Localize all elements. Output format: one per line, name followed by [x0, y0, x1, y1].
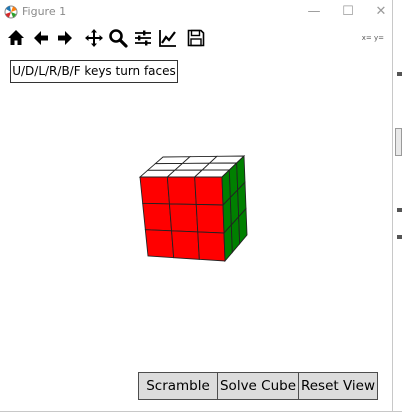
edit-axis-icon: [159, 30, 176, 47]
adjacent-window-mark: [397, 235, 402, 239]
pan-icon: [85, 29, 103, 47]
front-face-sticker: [171, 230, 200, 260]
scramble-button[interactable]: Scramble: [138, 372, 218, 400]
front-face-sticker: [142, 202, 173, 232]
maximize-button[interactable]: ☐: [331, 0, 365, 24]
pan-button[interactable]: [83, 27, 105, 49]
front-face-sticker: [144, 229, 175, 259]
save-icon: [187, 29, 205, 47]
figure-window: Figure 1 — ☐ ✕ x= y= U/D/L/R/B/F keys tu…: [0, 0, 402, 416]
home-button[interactable]: [5, 27, 27, 49]
subplots-config-icon: [135, 30, 151, 46]
rubiks-cube-view: [138, 154, 248, 263]
title-bar: Figure 1 — ☐ ✕: [0, 0, 402, 24]
configure-subplots-button[interactable]: [132, 27, 154, 49]
edit-axis-button[interactable]: [157, 27, 179, 49]
keys-hint-label: U/D/L/R/B/F keys turn faces: [10, 60, 178, 83]
zoom-icon: [109, 29, 128, 48]
adjacent-window-block: [395, 128, 402, 156]
navigation-toolbar: x= y=: [0, 26, 392, 52]
zoom-button[interactable]: [107, 27, 129, 49]
window-bottom-edge: [0, 411, 402, 416]
window-title: Figure 1: [22, 5, 67, 18]
back-button[interactable]: [30, 27, 52, 49]
matplotlib-logo-icon: [4, 5, 18, 19]
front-face-sticker: [194, 176, 224, 206]
minimize-button[interactable]: —: [297, 0, 331, 24]
front-face-sticker: [168, 203, 199, 233]
forward-button[interactable]: [54, 27, 76, 49]
reset-view-button[interactable]: Reset View: [298, 372, 378, 400]
solve-cube-button[interactable]: Solve Cube: [217, 372, 299, 400]
home-icon: [8, 30, 24, 45]
save-button[interactable]: [185, 27, 207, 49]
adjacent-window-mark: [397, 72, 402, 76]
front-face-sticker: [139, 176, 170, 205]
adjacent-window-mark: [397, 208, 402, 212]
forward-arrow-icon: [58, 31, 72, 45]
back-arrow-icon: [34, 31, 48, 45]
figure-canvas[interactable]: U/D/L/R/B/F keys turn faces Scramble Sol…: [0, 53, 392, 411]
front-face-sticker: [195, 203, 225, 234]
front-face-sticker: [166, 176, 197, 205]
front-face-sticker: [197, 231, 226, 262]
cursor-coordinates: x= y=: [361, 34, 384, 42]
